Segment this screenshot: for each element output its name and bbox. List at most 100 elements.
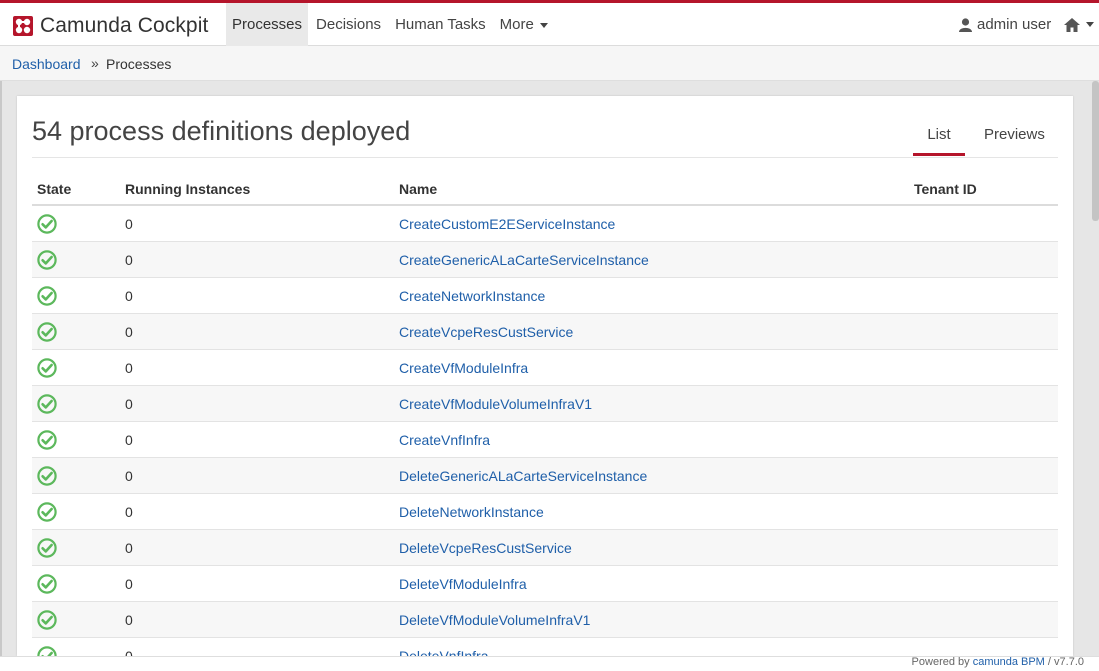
- table-row: 0 CreateVfModuleInfra: [32, 349, 1058, 386]
- table-row: 0 CreateVcpeResCustService: [32, 313, 1058, 350]
- state-cell: [32, 601, 120, 638]
- running-instances-cell: 0: [120, 529, 394, 566]
- running-instances-cell: 0: [120, 601, 394, 638]
- process-definition-link[interactable]: CreateVfModuleVolumeInfraV1: [399, 396, 592, 412]
- tenant-id-cell: [909, 241, 1058, 278]
- process-definition-link[interactable]: CreateGenericALaCarteServiceInstance: [399, 252, 649, 268]
- user-icon: [959, 17, 972, 32]
- running-instances-cell: 0: [120, 313, 394, 350]
- process-definitions-table: State Running Instances Name Tenant ID 0…: [32, 174, 1058, 656]
- process-definition-link[interactable]: CreateVcpeResCustService: [399, 324, 573, 340]
- process-definition-link[interactable]: DeleteVfModuleVolumeInfraV1: [399, 612, 590, 628]
- table-row: 0 CreateVfModuleVolumeInfraV1: [32, 385, 1058, 422]
- running-instances-cell: 0: [120, 565, 394, 602]
- breadcrumb-dashboard-link[interactable]: Dashboard: [12, 56, 81, 72]
- check-circle-icon: [37, 285, 115, 306]
- process-definition-link[interactable]: CreateVfModuleInfra: [399, 360, 528, 376]
- process-definition-link[interactable]: DeleteGenericALaCarteServiceInstance: [399, 468, 647, 484]
- name-cell: DeleteVnfInfra: [394, 637, 909, 657]
- column-header-state[interactable]: State: [32, 174, 120, 206]
- tenant-id-cell: [909, 601, 1058, 638]
- process-definition-link[interactable]: DeleteNetworkInstance: [399, 504, 544, 520]
- tenant-id-cell: [909, 385, 1058, 422]
- table-row: 0 CreateNetworkInstance: [32, 277, 1058, 314]
- tenant-id-cell: [909, 205, 1058, 242]
- running-instances-cell: 0: [120, 349, 394, 386]
- nav-more-label: More: [499, 16, 534, 33]
- name-cell: CreateVcpeResCustService: [394, 313, 909, 350]
- process-definition-link[interactable]: DeleteVcpeResCustService: [399, 540, 572, 556]
- tenant-id-cell: [909, 457, 1058, 494]
- process-definition-link[interactable]: CreateVnfInfra: [399, 432, 490, 448]
- column-header-name[interactable]: Name: [394, 174, 909, 206]
- state-cell: [32, 565, 120, 602]
- tenant-id-cell: [909, 313, 1058, 350]
- tenant-id-cell: [909, 421, 1058, 458]
- user-menu[interactable]: admin user: [959, 3, 1051, 46]
- tab-previews[interactable]: Previews: [984, 126, 1045, 143]
- check-circle-icon: [37, 465, 115, 486]
- column-header-running-instances[interactable]: Running Instances: [120, 174, 394, 206]
- check-circle-icon: [37, 501, 115, 522]
- footer-prefix: Powered by: [911, 656, 970, 668]
- check-circle-icon: [37, 321, 115, 342]
- running-instances-cell: 0: [120, 493, 394, 530]
- home-icon: [1064, 17, 1080, 32]
- state-cell: [32, 349, 120, 386]
- state-cell: [32, 313, 120, 350]
- tenant-id-cell: [909, 565, 1058, 602]
- column-header-tenant-id[interactable]: Tenant ID: [909, 174, 1058, 206]
- title-divider: [32, 157, 1058, 158]
- tenant-id-cell: [909, 277, 1058, 314]
- name-cell: CreateVfModuleVolumeInfraV1: [394, 385, 909, 422]
- process-definition-link[interactable]: DeleteVfModuleInfra: [399, 576, 527, 592]
- state-cell: [32, 385, 120, 422]
- tenant-id-cell: [909, 529, 1058, 566]
- nav-processes[interactable]: Processes: [226, 3, 309, 46]
- home-caret-down-icon: [1086, 22, 1094, 27]
- state-cell: [32, 205, 120, 242]
- name-cell: CreateVnfInfra: [394, 421, 909, 458]
- table-row: 0 CreateCustomE2EServiceInstance: [32, 205, 1058, 242]
- page-scrollbar[interactable]: [1092, 81, 1099, 221]
- nav-decisions[interactable]: Decisions: [310, 3, 387, 46]
- breadcrumb-current: Processes: [106, 56, 172, 72]
- camunda-logo-icon: [13, 16, 33, 36]
- check-circle-icon: [37, 393, 115, 414]
- state-cell: [32, 529, 120, 566]
- process-definition-link[interactable]: DeleteVnfInfra: [399, 648, 489, 657]
- nav-more-dropdown[interactable]: More: [494, 3, 554, 46]
- brand-name: Camunda Cockpit: [40, 14, 209, 37]
- nav-human-tasks-label: Human Tasks: [395, 16, 486, 33]
- main-nav: Processes Decisions Human Tasks More: [226, 3, 556, 46]
- state-cell: [32, 493, 120, 530]
- table-row: 0 DeleteVcpeResCustService: [32, 529, 1058, 566]
- brand[interactable]: Camunda Cockpit: [13, 13, 208, 39]
- name-cell: CreateNetworkInstance: [394, 277, 909, 314]
- table-row: 0 DeleteNetworkInstance: [32, 493, 1058, 530]
- table-row: 0 DeleteVfModuleVolumeInfraV1: [32, 601, 1058, 638]
- home-menu[interactable]: [1064, 3, 1094, 46]
- name-cell: CreateCustomE2EServiceInstance: [394, 205, 909, 242]
- check-circle-icon: [37, 645, 115, 656]
- table-row: 0 DeleteGenericALaCarteServiceInstance: [32, 457, 1058, 494]
- footer-version: / v7.7.0: [1047, 656, 1084, 668]
- process-definition-link[interactable]: CreateNetworkInstance: [399, 288, 545, 304]
- check-circle-icon: [37, 213, 115, 234]
- tab-list[interactable]: List: [913, 126, 965, 143]
- table-row: 0 DeleteVfModuleInfra: [32, 565, 1058, 602]
- tenant-id-cell: [909, 493, 1058, 530]
- check-circle-icon: [37, 357, 115, 378]
- nav-decisions-label: Decisions: [316, 16, 382, 33]
- tenant-id-cell: [909, 349, 1058, 386]
- caret-down-icon: [539, 22, 548, 28]
- active-tab-indicator: [913, 153, 965, 156]
- nav-human-tasks[interactable]: Human Tasks: [389, 3, 492, 46]
- state-cell: [32, 241, 120, 278]
- process-definition-link[interactable]: CreateCustomE2EServiceInstance: [399, 216, 615, 232]
- table-row: 0 CreateVnfInfra: [32, 421, 1058, 458]
- camunda-bpm-link[interactable]: camunda BPM: [973, 656, 1045, 668]
- name-cell: DeleteNetworkInstance: [394, 493, 909, 530]
- running-instances-cell: 0: [120, 385, 394, 422]
- check-circle-icon: [37, 429, 115, 450]
